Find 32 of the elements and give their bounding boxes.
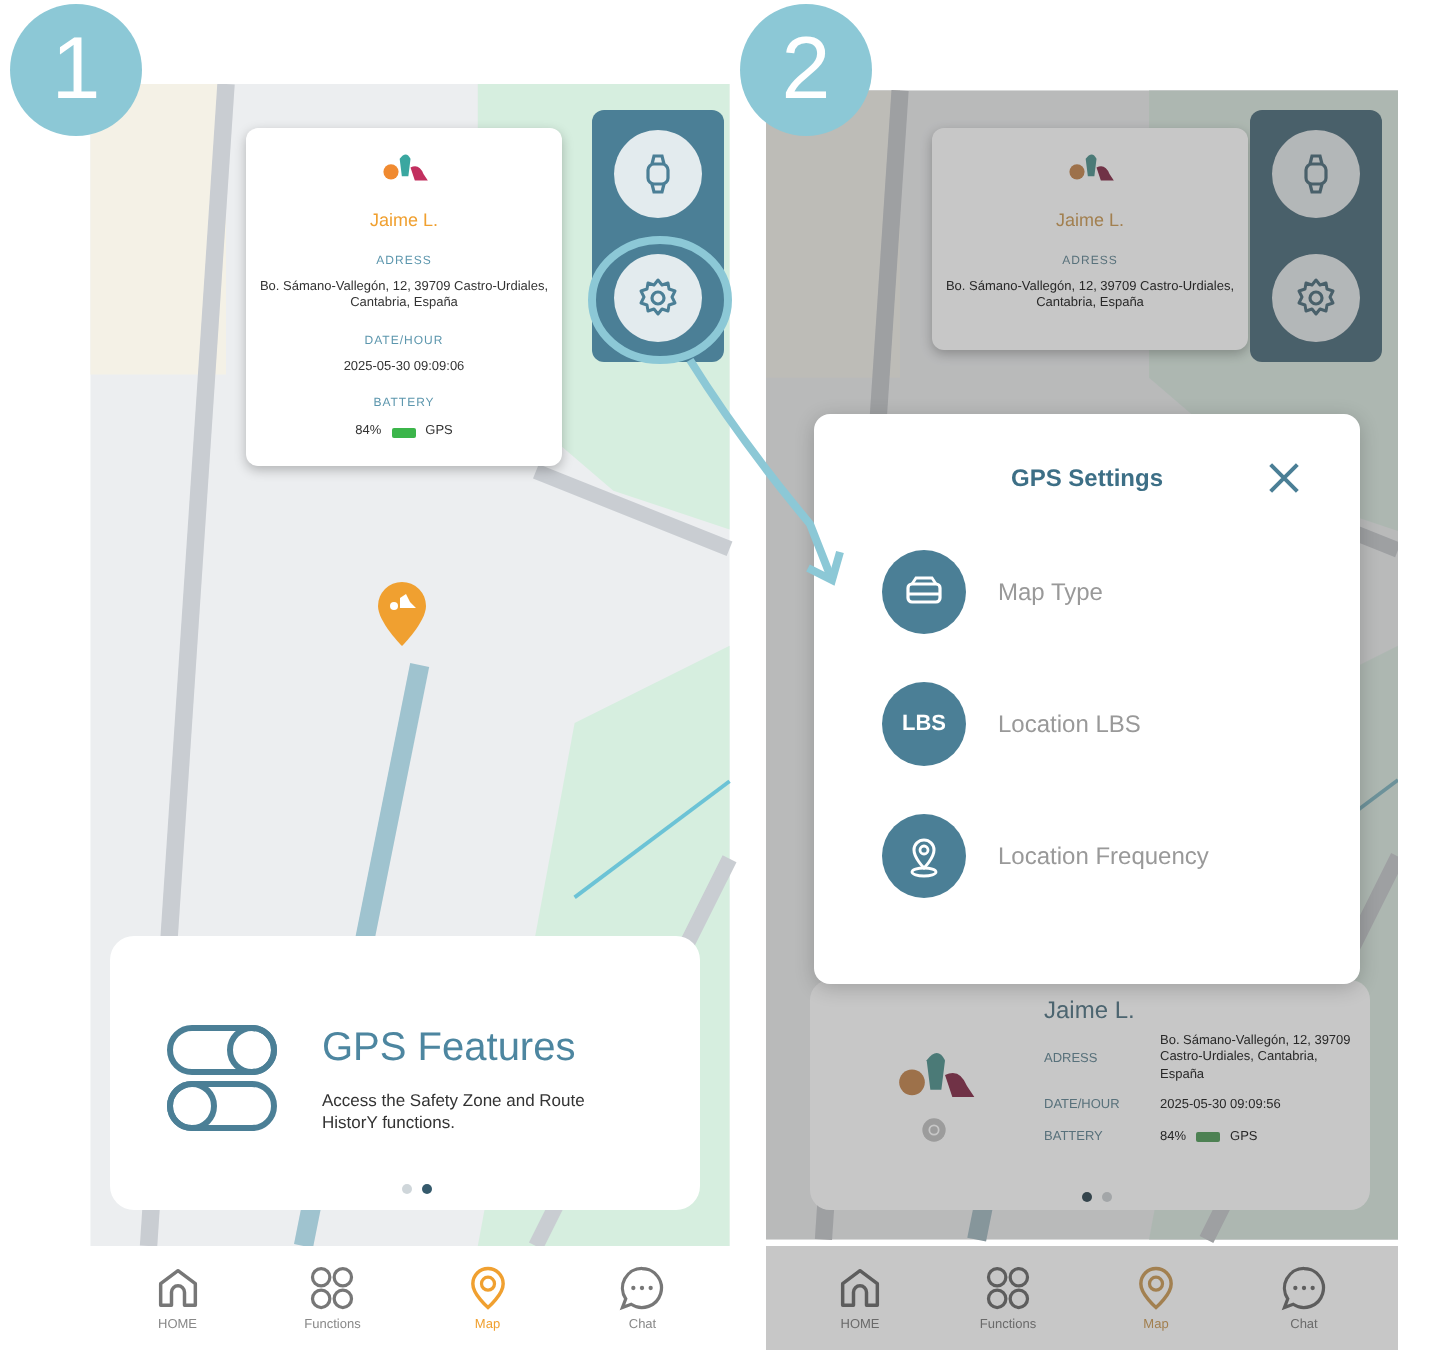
settings-option[interactable]: LBS Location LBS <box>882 682 1141 766</box>
page-dot[interactable] <box>1081 1192 1091 1202</box>
page-dot[interactable] <box>422 1184 432 1194</box>
small-circle-icon <box>919 1115 947 1143</box>
page-dot[interactable] <box>402 1184 412 1194</box>
watch-button[interactable] <box>1272 130 1360 218</box>
step-number: 2 <box>740 4 872 136</box>
battery-icon <box>391 427 416 438</box>
grid-icon <box>306 1261 359 1314</box>
page-dot[interactable] <box>1101 1192 1111 1202</box>
card-description: Access the Safety Zone and Route HistorY functions. <box>322 1089 587 1135</box>
battery-icon <box>1196 1132 1221 1143</box>
map-type-icon <box>882 550 966 634</box>
settings-option[interactable]: Map Type <box>882 550 1103 634</box>
contact-name: Jaime L. <box>1055 207 1124 233</box>
step-number: 1 <box>10 4 142 136</box>
dialog-title: GPS Settings <box>1010 462 1163 496</box>
chat-icon <box>1278 1261 1330 1314</box>
chat-icon <box>616 1261 669 1314</box>
settings-option[interactable]: Location Frequency <box>882 814 1209 898</box>
location-marker-icon[interactable] <box>376 580 428 648</box>
close-icon <box>1264 458 1304 498</box>
contact-name: Jaime L. <box>369 207 438 233</box>
contact-name: Jaime L. <box>1044 994 1137 1028</box>
close-button[interactable] <box>1264 458 1304 498</box>
grid-icon <box>982 1261 1034 1314</box>
settings-button[interactable] <box>614 254 702 342</box>
lbs-badge: LBS <box>882 682 966 766</box>
watch-button[interactable] <box>614 130 702 218</box>
card-title: GPS Features <box>322 1023 578 1074</box>
location-pin-icon <box>882 814 966 898</box>
settings-button[interactable] <box>1272 254 1360 342</box>
